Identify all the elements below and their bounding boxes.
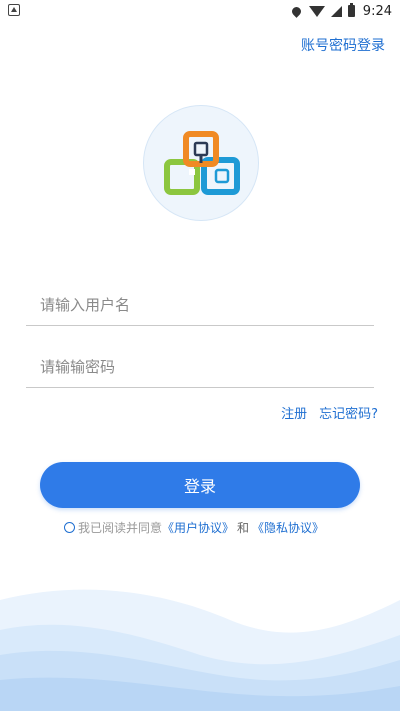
agreement-checkbox[interactable]: [64, 522, 75, 533]
login-page: 9:24 账号密码登录 注册 忘记密码? 登录: [0, 0, 400, 711]
status-bar: 9:24: [0, 0, 400, 22]
register-link[interactable]: 注册: [281, 403, 307, 422]
wave-background: [0, 589, 400, 711]
battery-icon: [347, 3, 355, 17]
app-notification-icon: [8, 4, 20, 16]
username-input[interactable]: [26, 287, 374, 323]
account-password-login-link[interactable]: 账号密码登录: [301, 35, 385, 55]
location-icon: [289, 4, 303, 18]
privacy-agreement-link[interactable]: 《隐私协议》: [252, 519, 324, 536]
password-field-container: [26, 349, 374, 388]
app-logo: [143, 105, 259, 221]
password-input[interactable]: [26, 349, 374, 385]
signal-icon: [330, 5, 342, 17]
status-icons: 9:24: [289, 2, 392, 20]
user-agreement-link[interactable]: 《用户协议》: [162, 519, 234, 536]
auth-links: 注册 忘记密码?: [281, 403, 378, 422]
wifi-icon: [308, 5, 325, 17]
agreement-conjunction: 和: [237, 521, 250, 535]
agreement-prefix: 我已阅读并同意: [78, 521, 163, 535]
app-logo-icon: [164, 131, 240, 195]
login-button[interactable]: 登录: [40, 462, 360, 508]
agreement-row: 我已阅读并同意 《用户协议》 和 《隐私协议》: [64, 519, 324, 536]
status-time: 9:24: [362, 3, 392, 19]
forgot-password-link[interactable]: 忘记密码?: [319, 403, 378, 422]
username-field-container: [26, 287, 374, 326]
